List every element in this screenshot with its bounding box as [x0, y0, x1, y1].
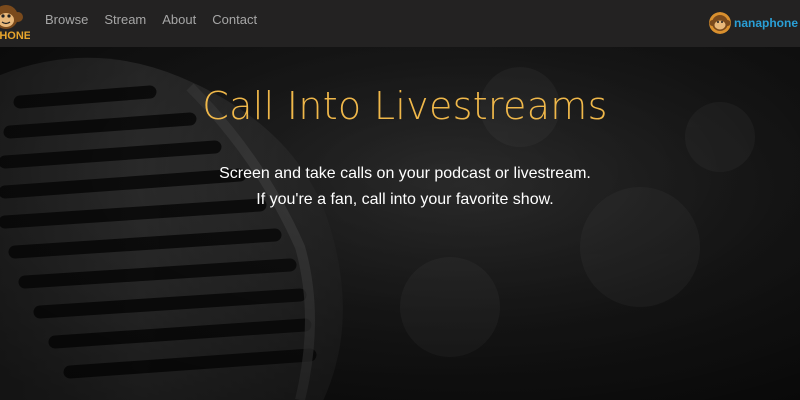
username: nanaphone: [733, 16, 798, 30]
nav-contact[interactable]: Contact: [212, 12, 257, 27]
hero-subtitle-line2: If you're a fan, call into your favorite…: [256, 191, 554, 208]
hero-subtitle-line1: Screen and take calls on your podcast or…: [219, 165, 591, 182]
nav-browse[interactable]: Browse: [45, 12, 88, 27]
main-nav: Browse Stream About Contact: [45, 12, 257, 27]
user-menu[interactable]: nanaphone: [708, 11, 800, 35]
nav-stream[interactable]: Stream: [104, 12, 146, 27]
top-navbar: PHONE Browse Stream About Contact nanaph…: [0, 0, 800, 47]
monkey-avatar-icon: [708, 12, 731, 34]
brand-logo[interactable]: PHONE: [0, 0, 30, 47]
monkey-logo-icon: [0, 5, 23, 29]
hero-section: Call Into Livestreams Screen and take ca…: [0, 47, 800, 400]
hero-title: Call Into Livestreams: [202, 84, 608, 128]
brand-text: PHONE: [0, 30, 30, 42]
nav-about[interactable]: About: [162, 12, 196, 27]
